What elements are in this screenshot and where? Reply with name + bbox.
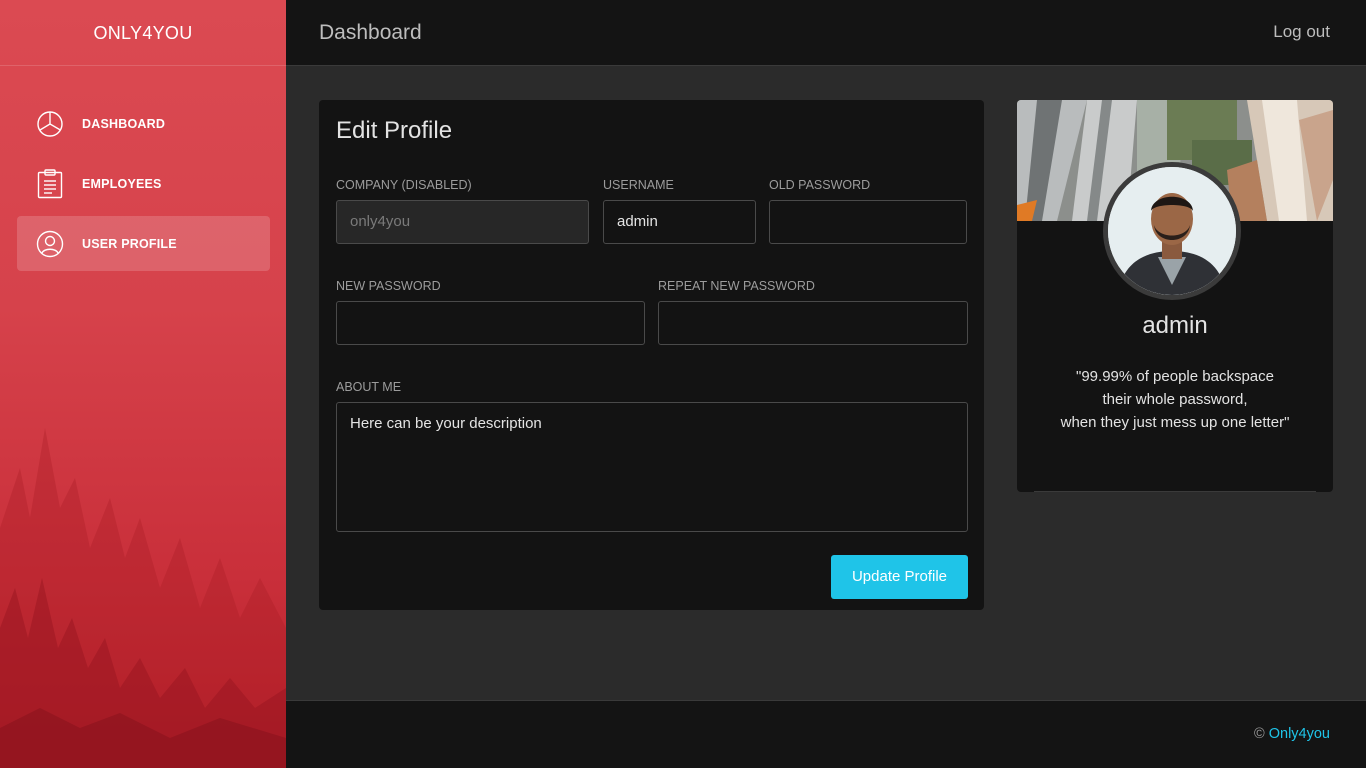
sidebar-nav: DASHBOARD EMPLOYEES USER PROFILE — [17, 96, 270, 276]
old-password-label: OLD PASSWORD — [769, 178, 871, 192]
company-field: only4you — [336, 200, 589, 244]
username-field[interactable]: admin — [603, 200, 756, 244]
footer: © Only4you — [286, 700, 1366, 768]
username-label: USERNAME — [603, 178, 674, 192]
clipboard-icon — [35, 168, 65, 199]
sidebar-item-label: USER PROFILE — [82, 236, 177, 251]
old-password-field[interactable] — [769, 200, 967, 244]
quote-line: "99.99% of people backspace — [1076, 368, 1274, 385]
sidebar-item-user-profile[interactable]: USER PROFILE — [17, 216, 270, 271]
page-title: Dashboard — [319, 21, 422, 44]
footer-brand-link[interactable]: Only4you — [1269, 726, 1330, 742]
avatar — [1103, 162, 1241, 300]
user-icon — [35, 229, 65, 259]
app-brand[interactable]: ONLY4YOU — [0, 0, 286, 66]
sidebar-item-employees[interactable]: EMPLOYEES — [17, 156, 270, 211]
card-title: Edit Profile — [336, 117, 453, 144]
new-password-field[interactable] — [336, 301, 645, 345]
sidebar-item-label: DASHBOARD — [82, 116, 166, 131]
copyright: © Only4you — [1254, 701, 1330, 767]
edit-profile-card: Edit Profile COMPANY (DISABLED) only4you… — [319, 100, 984, 610]
sidebar-item-dashboard[interactable]: DASHBOARD — [17, 96, 270, 151]
pie-chart-icon — [35, 109, 65, 139]
profile-quote: "99.99% of people backspace their whole … — [1017, 365, 1333, 434]
company-label: COMPANY (DISABLED) — [336, 178, 472, 192]
sidebar-item-label: EMPLOYEES — [82, 176, 162, 191]
about-label: ABOUT ME — [336, 380, 402, 394]
quote-line: when they just mess up one letter" — [1060, 414, 1290, 431]
sidebar: ONLY4YOU DASHBOARD EMPLOYEES USER PROFIL… — [0, 0, 286, 768]
repeat-password-label: REPEAT NEW PASSWORD — [658, 279, 815, 293]
divider — [1034, 491, 1316, 492]
top-navbar: Dashboard Log out — [286, 0, 1366, 66]
forest-background-image — [0, 428, 286, 768]
profile-card: admin "99.99% of people backspace their … — [1017, 100, 1333, 492]
repeat-password-field[interactable] — [658, 301, 968, 345]
update-profile-button[interactable]: Update Profile — [831, 555, 968, 599]
logout-link[interactable]: Log out — [1273, 0, 1330, 64]
quote-line: their whole password, — [1102, 391, 1248, 408]
new-password-label: NEW PASSWORD — [336, 279, 441, 293]
profile-name: admin — [1142, 312, 1208, 339]
about-textarea[interactable]: Here can be your description — [336, 402, 968, 532]
copyright-symbol: © — [1254, 726, 1265, 742]
